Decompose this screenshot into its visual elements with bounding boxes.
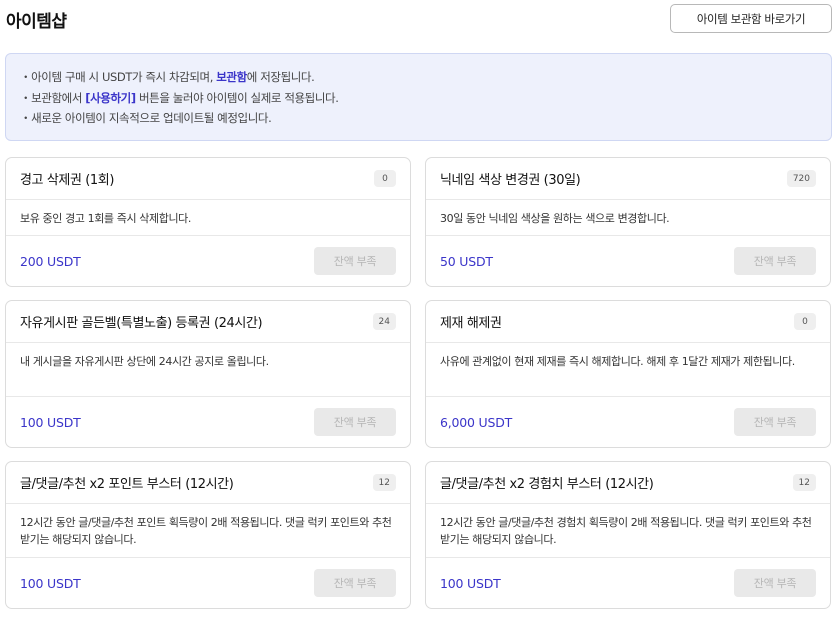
item-card-sanction-lift: 제재 해제권 0 사유에 관계없이 현재 제재를 즉시 해제합니다. 해제 후 … — [425, 300, 831, 448]
notice-line-1: ・아이템 구매 시 USDT가 즉시 차감되며, 보관함에 저장됩니다. — [20, 67, 831, 88]
card-header: 글/댓글/추천 x2 경험치 부스터 (12시간) 12 — [426, 462, 830, 504]
buy-button[interactable]: 잔액 부족 — [314, 569, 396, 597]
item-title: 경고 삭제권 (1회) — [20, 173, 115, 188]
item-card-exp-booster: 글/댓글/추천 x2 경험치 부스터 (12시간) 12 12시간 동안 글/댓… — [425, 461, 831, 609]
notice-line-2: ・보관함에서 [사용하기] 버튼을 눌러야 아이템이 실제로 적용됩니다. — [20, 88, 831, 109]
notice-highlight: [사용하기] — [85, 90, 136, 105]
item-title: 글/댓글/추천 x2 포인트 부스터 (12시간) — [20, 477, 234, 492]
item-count-badge: 720 — [786, 170, 816, 187]
item-card-warning-delete: 경고 삭제권 (1회) 0 보유 중인 경고 1회를 즉시 삭제합니다. 200… — [5, 157, 411, 287]
notice-box: ・아이템 구매 시 USDT가 즉시 차감되며, 보관함에 저장됩니다. ・보관… — [5, 53, 832, 141]
buy-button[interactable]: 잔액 부족 — [314, 408, 396, 436]
item-title: 닉네임 색상 변경권 (30일) — [440, 173, 581, 188]
buy-button[interactable]: 잔액 부족 — [314, 247, 396, 275]
notice-line-3: ・새로운 아이템이 지속적으로 업데이트될 예정입니다. — [20, 111, 272, 125]
item-title: 글/댓글/추천 x2 경험치 부스터 (12시간) — [440, 477, 654, 492]
card-header: 닉네임 색상 변경권 (30일) 720 — [426, 158, 830, 200]
page-title: 아이템샵 — [6, 12, 67, 32]
item-count-badge: 12 — [372, 474, 396, 491]
item-count-badge: 0 — [374, 170, 396, 187]
item-description: 12시간 동안 글/댓글/추천 경험치 획득량이 2배 적용됩니다. 댓글 럭키… — [426, 504, 830, 558]
notice-text: ・보관함에서 — [20, 90, 86, 105]
buy-button[interactable]: 잔액 부족 — [734, 569, 816, 597]
notice-text: 버튼을 눌러야 아이템이 실제로 적용됩니다. — [135, 90, 339, 105]
buy-button[interactable]: 잔액 부족 — [734, 247, 816, 275]
item-price: 200 USDT — [20, 253, 81, 269]
item-card-point-booster: 글/댓글/추천 x2 포인트 부스터 (12시간) 12 12시간 동안 글/댓… — [5, 461, 411, 609]
card-footer: 100 USDT 잔액 부족 — [6, 558, 410, 608]
card-footer: 200 USDT 잔액 부족 — [6, 236, 410, 286]
item-card-goldenbell: 자유게시판 골든벨(특별노출) 등록권 (24시간) 24 내 게시글을 자유게… — [5, 300, 411, 448]
item-description: 보유 중인 경고 1회를 즉시 삭제합니다. — [6, 200, 410, 236]
item-count-badge: 24 — [372, 313, 396, 330]
item-title: 제재 해제권 — [440, 316, 502, 331]
item-count-badge: 12 — [792, 474, 816, 491]
card-header: 자유게시판 골든벨(특별노출) 등록권 (24시간) 24 — [6, 301, 410, 343]
buy-button[interactable]: 잔액 부족 — [734, 408, 816, 436]
item-price: 100 USDT — [20, 414, 81, 430]
notice-text: ・아이템 구매 시 USDT가 즉시 차감되며, — [20, 70, 217, 84]
card-footer: 50 USDT 잔액 부족 — [426, 236, 830, 286]
item-vault-button[interactable]: 아이템 보관함 바로가기 — [670, 4, 832, 33]
item-grid: 경고 삭제권 (1회) 0 보유 중인 경고 1회를 즉시 삭제합니다. 200… — [5, 157, 832, 609]
notice-highlight: 보관함 — [216, 70, 247, 84]
card-footer: 100 USDT 잔액 부족 — [426, 558, 830, 608]
notice-text: 에 저장됩니다. — [246, 70, 315, 84]
item-card-nickname-color: 닉네임 색상 변경권 (30일) 720 30일 동안 닉네임 색상을 원하는 … — [425, 157, 831, 287]
item-price: 50 USDT — [440, 253, 493, 269]
item-count-badge: 0 — [794, 313, 816, 330]
card-footer: 6,000 USDT 잔액 부족 — [426, 397, 830, 447]
card-header: 제재 해제권 0 — [426, 301, 830, 343]
card-header: 글/댓글/추천 x2 포인트 부스터 (12시간) 12 — [6, 462, 410, 504]
card-header: 경고 삭제권 (1회) 0 — [6, 158, 410, 200]
item-price: 6,000 USDT — [440, 414, 513, 430]
card-footer: 100 USDT 잔액 부족 — [6, 397, 410, 447]
item-description: 12시간 동안 글/댓글/추천 포인트 획득량이 2배 적용됩니다. 댓글 럭키… — [6, 504, 410, 558]
item-price: 100 USDT — [20, 575, 81, 591]
item-description: 30일 동안 닉네임 색상을 원하는 색으로 변경합니다. — [426, 200, 830, 236]
item-description: 내 게시글을 자유게시판 상단에 24시간 공지로 올립니다. — [6, 343, 410, 397]
item-title: 자유게시판 골든벨(특별노출) 등록권 (24시간) — [20, 316, 263, 331]
item-description: 사유에 관계없이 현재 제재를 즉시 해제합니다. 해제 후 1달간 제재가 제… — [426, 343, 830, 397]
item-price: 100 USDT — [440, 575, 501, 591]
